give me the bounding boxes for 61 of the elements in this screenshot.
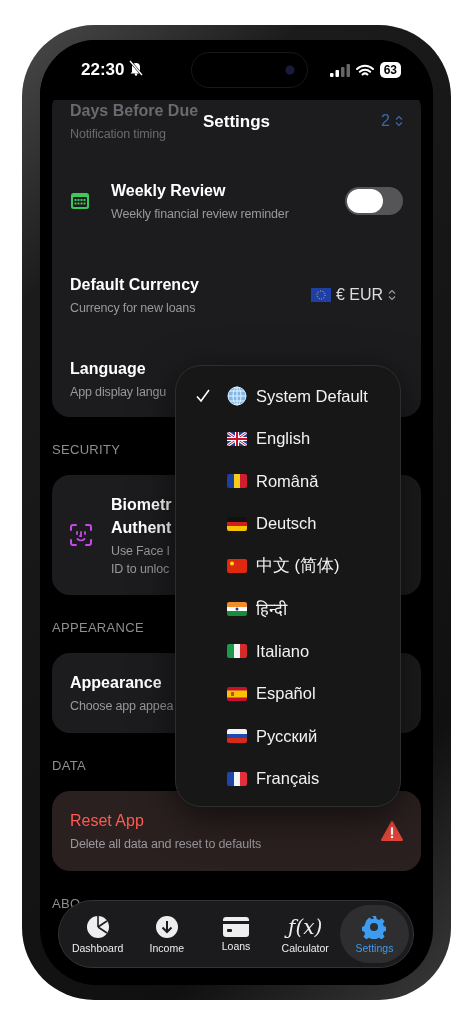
- camera-icon: [285, 65, 296, 75]
- setting-description: Weekly financial review reminder: [111, 206, 289, 223]
- flag-icon: [227, 644, 247, 659]
- language-option[interactable]: System Default: [176, 375, 400, 418]
- face-id-icon: [70, 524, 92, 546]
- language-option[interactable]: हिन्दी: [176, 587, 400, 630]
- chevron-up-down-icon: [395, 115, 403, 127]
- flag-icon: [227, 516, 247, 531]
- currency-picker[interactable]: € EUR: [310, 286, 396, 304]
- flag-icon: [227, 431, 247, 446]
- card-icon: [223, 916, 249, 937]
- wifi-icon: [355, 63, 374, 77]
- battery-level: 63: [379, 62, 401, 78]
- setting-description: Delete all data and reset to defaults: [70, 836, 262, 853]
- language-option[interactable]: Русский: [176, 715, 400, 758]
- setting-title: Biometr Authent: [111, 494, 172, 538]
- flag-icon: [227, 686, 247, 701]
- clock-time: 22:30: [81, 60, 125, 80]
- screen-title: Settings: [202, 112, 271, 132]
- setting-description: Currency for new loans: [70, 300, 196, 317]
- tab-item[interactable]: Settings: [339, 905, 409, 963]
- language-option[interactable]: Română: [176, 460, 400, 503]
- setting-title: Language: [70, 358, 146, 379]
- setting-title: Weekly Review: [111, 181, 226, 201]
- pie-chart-icon: [85, 914, 110, 939]
- section-label: APPEARANCE: [52, 620, 144, 635]
- setting-title: Days Before Due: [70, 101, 199, 121]
- flag-icon: [310, 288, 331, 302]
- setting-description: Notification timing: [70, 126, 166, 143]
- flag-icon: [227, 729, 247, 744]
- language-option[interactable]: English: [176, 417, 400, 460]
- calendar-icon: [70, 191, 90, 211]
- language-option[interactable]: Español: [176, 672, 400, 715]
- setting-description: Use Face I ID to unloc: [111, 542, 170, 578]
- setting-title: Appearance: [70, 673, 162, 693]
- setting-description: App display langu: [70, 383, 167, 401]
- warning-icon: [381, 821, 403, 841]
- setting-title: Default Currency: [70, 275, 199, 295]
- chevron-up-down-icon: [388, 289, 396, 301]
- signal-icon: [329, 63, 350, 77]
- tab-item[interactable]: Income: [132, 905, 202, 963]
- language-option[interactable]: Italiano: [176, 630, 400, 673]
- flag-icon: [227, 474, 247, 489]
- mute-bell-icon: [129, 60, 144, 76]
- flag-icon: [227, 601, 247, 616]
- flag-icon: [227, 771, 247, 786]
- setting-title: Reset App: [70, 811, 144, 831]
- section-label: ABO: [52, 896, 81, 911]
- language-option[interactable]: 中文 (简体): [176, 545, 400, 588]
- language-option[interactable]: Deutsch: [176, 502, 400, 545]
- download-icon: [154, 914, 179, 939]
- setting-description: Choose app appea: [70, 698, 174, 715]
- flag-icon: [227, 559, 247, 574]
- toggle-switch[interactable]: [345, 187, 403, 215]
- section-label: SECURITY: [52, 442, 121, 457]
- gear-icon: [362, 914, 387, 939]
- language-option[interactable]: Français: [176, 757, 400, 800]
- tab-item[interactable]: ƒ(x) Calculator: [270, 905, 340, 963]
- globe-icon: [227, 386, 247, 407]
- tab-item[interactable]: Loans: [201, 905, 271, 963]
- section-label: DATA: [52, 758, 86, 773]
